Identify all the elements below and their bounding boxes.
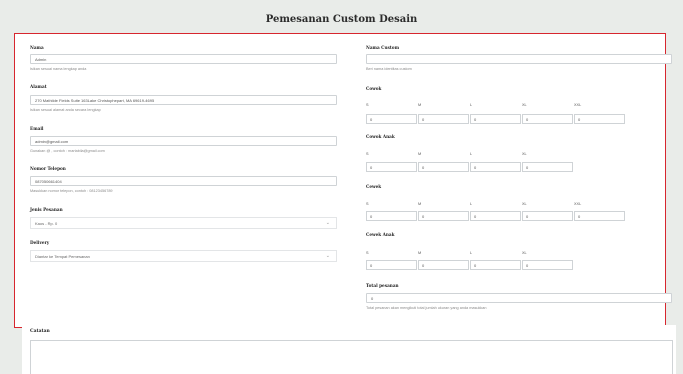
cowok-size-m: M — [418, 103, 422, 107]
nama-hint: Isikan sesuai nama lengkap anda — [30, 67, 87, 71]
cewek-s-input[interactable]: 0 — [366, 211, 417, 221]
cowok-anak-size-l: L — [470, 152, 473, 156]
cewek-xxl-input[interactable]: 0 — [574, 211, 625, 221]
cewek-anak-s-input[interactable]: 0 — [366, 260, 417, 270]
cewek-anak-l-input[interactable]: 0 — [470, 260, 521, 270]
cowok-anak-size-m: M — [418, 152, 422, 156]
alamat-input[interactable]: 270 Mathilde Fields Suite 163Lake Christ… — [30, 95, 337, 105]
cowok-s-input[interactable]: 0 — [366, 114, 417, 124]
cowok-size-xxl: XXL — [574, 103, 582, 107]
jenis-select[interactable]: Kaos - Rp. 0 ⌄ — [30, 217, 337, 229]
cewek-anak-size-m: M — [418, 251, 422, 255]
cewek-size-xl: XL — [522, 202, 527, 206]
cewek-size-m: M — [418, 202, 422, 206]
cewek-anak-xl-input[interactable]: 0 — [522, 260, 573, 270]
cewek-l-input[interactable]: 0 — [470, 211, 521, 221]
cewek-label: Cewek — [366, 184, 382, 189]
cewek-anak-label: Cewek Anak — [366, 232, 395, 237]
delivery-select[interactable]: Diantar ke Tempat Pemesanan ⌄ — [30, 250, 337, 262]
nama-custom-hint: Beri nama identitas custom — [366, 67, 412, 71]
cowok-xl-input[interactable]: 0 — [522, 114, 573, 124]
cewek-anak-size-s: S — [366, 251, 369, 255]
chevron-down-icon: ⌄ — [325, 253, 330, 259]
cewek-size-xxl: XXL — [574, 202, 582, 206]
email-input[interactable]: admin@gmail.com — [30, 136, 337, 146]
cowok-anak-l-input[interactable]: 0 — [470, 162, 521, 172]
nama-custom-input[interactable] — [366, 54, 672, 64]
delivery-label: Delivery — [30, 240, 50, 245]
telepon-hint: Masukkan nomor telepon, contoh : 0812345… — [30, 189, 113, 193]
total-input: 0 — [366, 293, 672, 303]
catatan-textarea[interactable] — [30, 340, 673, 374]
alamat-label: Alamat — [30, 84, 47, 89]
cewek-m-input[interactable]: 0 — [418, 211, 469, 221]
cowok-size-xl: XL — [522, 103, 527, 107]
cowok-anak-s-input[interactable]: 0 — [366, 162, 417, 172]
cowok-xxl-input[interactable]: 0 — [574, 114, 625, 124]
cowok-anak-m-input[interactable]: 0 — [418, 162, 469, 172]
email-label: Email — [30, 126, 44, 131]
cewek-anak-size-l: L — [470, 251, 473, 255]
nama-input[interactable]: Admin — [30, 54, 337, 64]
email-hint: Gunakan @ , contoh : martabila@gmail.com — [30, 149, 105, 153]
cowok-size-s: S — [366, 103, 369, 107]
cowok-size-l: L — [470, 103, 473, 107]
jenis-select-value: Kaos - Rp. 0 — [35, 221, 58, 226]
cowok-m-input[interactable]: 0 — [418, 114, 469, 124]
cowok-anak-size-xl: XL — [522, 152, 527, 156]
catatan-label: Catatan — [30, 329, 50, 334]
cewek-size-s: S — [366, 202, 369, 206]
cowok-l-input[interactable]: 0 — [470, 114, 521, 124]
cewek-anak-size-xl: XL — [522, 251, 527, 255]
cowok-anak-size-s: S — [366, 152, 369, 156]
cewek-xl-input[interactable]: 0 — [522, 211, 573, 221]
delivery-select-value: Diantar ke Tempat Pemesanan — [35, 254, 90, 259]
nama-custom-label: Nama Custom — [366, 45, 400, 50]
page-title: Pemesanan Custom Desain — [265, 14, 418, 25]
jenis-label: Jenis Pesanan — [30, 207, 63, 212]
total-hint: Total pesanan akan mengikuti total jumla… — [366, 306, 487, 310]
cowok-anak-label: Cowok Anak — [366, 134, 395, 139]
alamat-hint: Isikan sesuai alamat anda secara lengkap — [30, 108, 101, 112]
cewek-anak-m-input[interactable]: 0 — [418, 260, 469, 270]
total-label: Total pesanan — [366, 283, 399, 288]
telepon-input[interactable]: 087050661404 — [30, 176, 337, 186]
cowok-label: Cowok — [366, 86, 382, 91]
chevron-down-icon: ⌄ — [325, 220, 330, 226]
cowok-anak-xl-input[interactable]: 0 — [522, 162, 573, 172]
cewek-size-l: L — [470, 202, 473, 206]
telepon-label: Nomor Telepon — [30, 166, 66, 171]
nama-label: Nama — [30, 45, 44, 50]
